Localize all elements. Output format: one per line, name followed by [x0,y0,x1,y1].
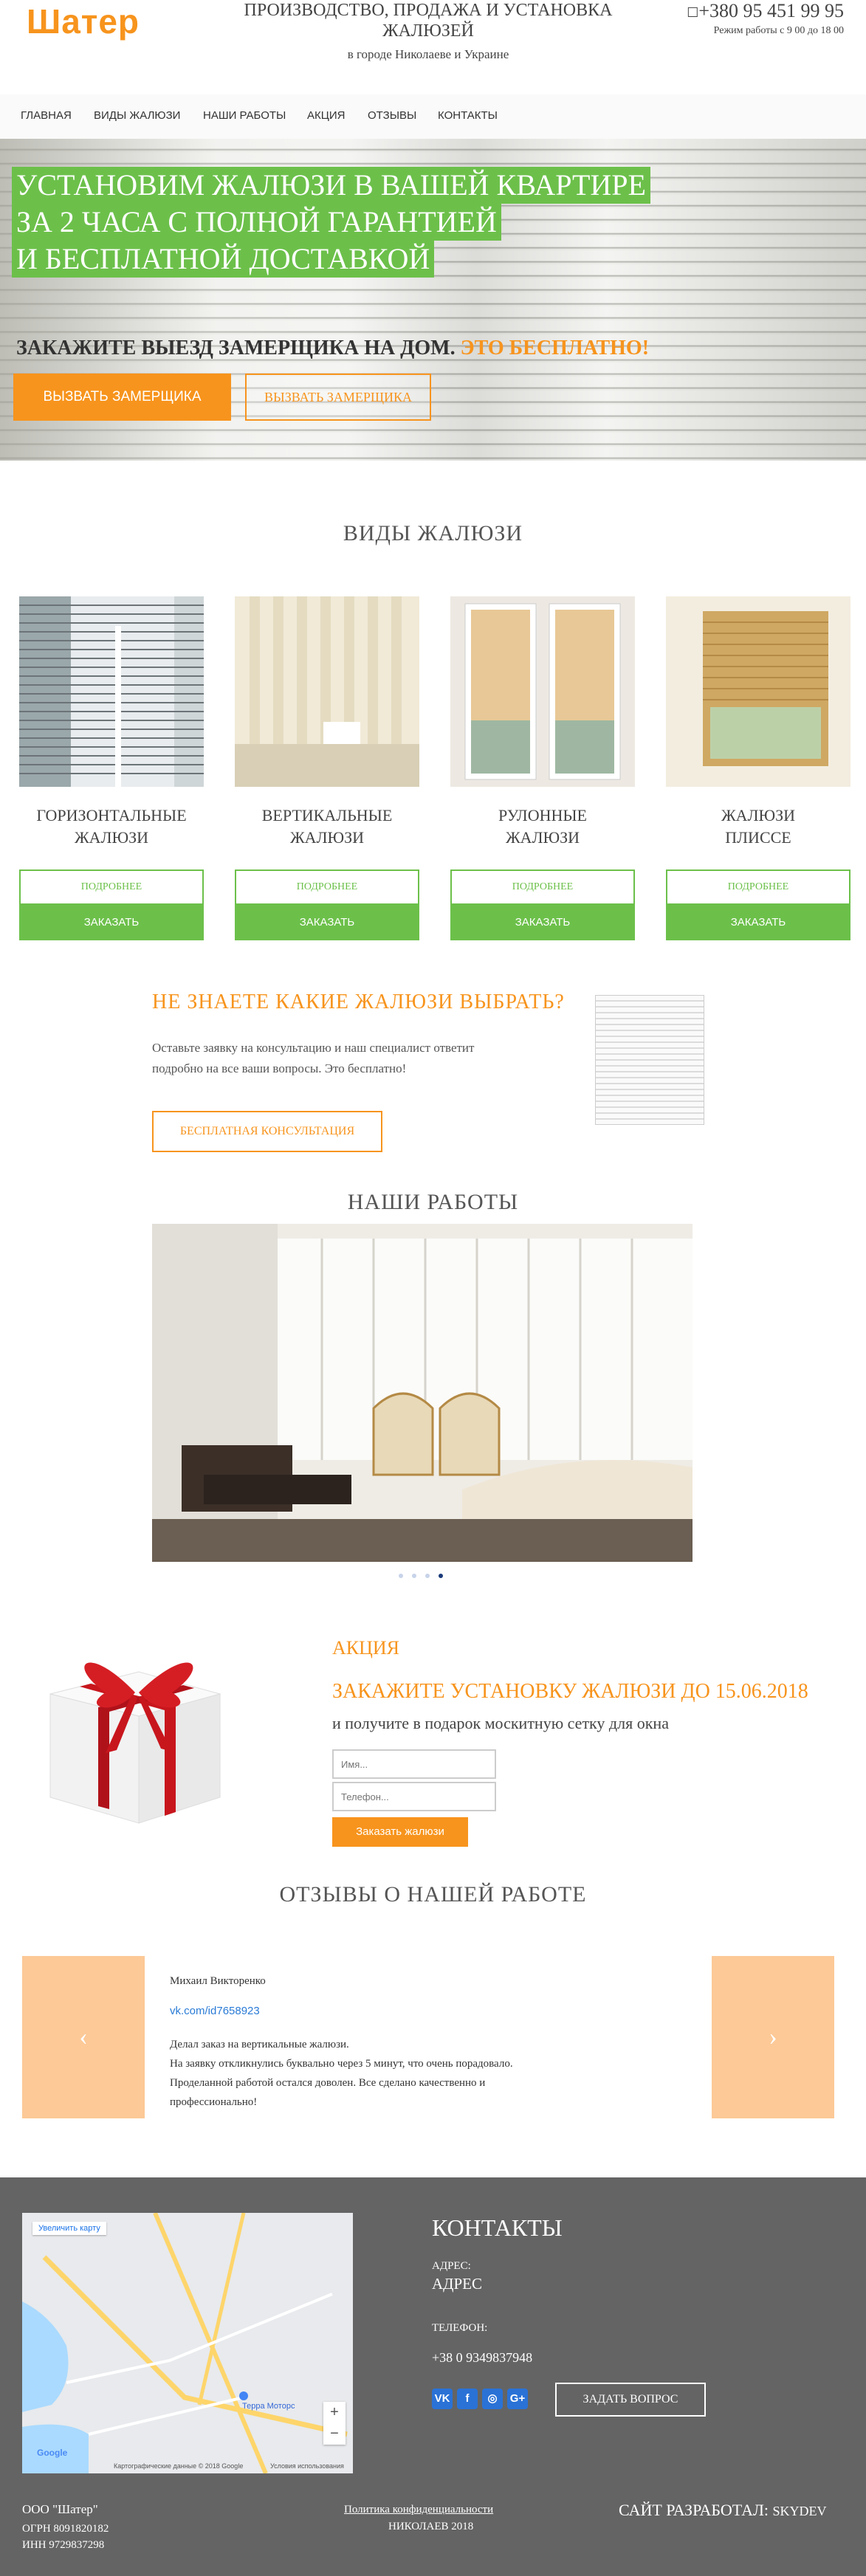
map-zoom-controls: + − [323,2402,346,2445]
slider-dot-4-active[interactable] [439,1574,443,1578]
hero-headline-3: И БЕСПЛАТНОЙ ДОСТАВКОЙ [12,241,435,278]
header-city: в городе Николаеве и Украине [347,47,509,61]
address-value: АДРЕС [432,2275,483,2293]
pleated-blinds-image[interactable] [666,596,850,787]
hero-sub-accent: ЭТО БЕСПЛАТНО! [460,337,650,359]
main-nav: ГЛАВНАЯ ВИДЫ ЖАЛЮЗИ НАШИ РАБОТЫ АКЦИЯ ОТ… [0,94,866,139]
call-measurer-button[interactable]: ВЫЗВАТЬ ЗАМЕРЩИКА [13,373,231,421]
developer-label: САЙТ РАЗРАБОТАЛ: [619,2501,769,2519]
phone-icon: ☐ [687,5,699,20]
developer-name[interactable]: SKYDEV [773,2504,827,2518]
hero-banner: УСТАНОВИМ ЖАЛЮЗИ В ВАШЕЙ КВАРТИРЕ ЗА 2 Ч… [0,139,866,461]
facebook-icon[interactable]: f [457,2389,478,2409]
horizontal-blinds-image[interactable] [19,596,204,787]
nav-item-contacts[interactable]: КОНТАКТЫ [438,109,498,122]
works-slider-image[interactable] [152,1224,693,1562]
header-tagline: ПРОИЗВОДСТВО, ПРОДАЖА И УСТАНОВКА ЖАЛЮЗЕ… [244,1,613,41]
hero-headline-1: УСТАНОВИМ ЖАЛЮЗИ В ВАШЕЙ КВАРТИРЕ [12,167,650,204]
zoom-out-icon[interactable]: − [323,2423,346,2445]
call-measurer-outline-button[interactable]: ВЫЗВАТЬ ЗАМЕРЩИКА [245,373,431,421]
type-name-roller: РУЛОННЫЕ ЖАЛЮЗИ [498,806,587,847]
order-button-roller[interactable]: ЗАКАЗАТЬ [450,905,635,940]
vertical-blinds-image[interactable] [235,596,419,787]
nav-item-reviews[interactable]: ОТЗЫВЫ [368,109,416,122]
promo-name-input[interactable] [332,1749,496,1779]
review-text-line-1: Делал заказ на вертикальные жалюзи. [170,2039,349,2050]
instagram-icon[interactable]: ◎ [482,2389,503,2409]
works-title: НАШИ РАБОТЫ [347,1190,519,1214]
more-button-pleated[interactable]: ПОДРОБНЕЕ [666,869,850,905]
slider-dot-1[interactable] [399,1574,403,1578]
map-terms-link[interactable]: Условия использования [270,2462,344,2470]
working-hours: Режим работы с 9 00 до 18 00 [713,25,844,36]
chevron-left-icon: ‹ [79,2023,88,2050]
order-button-horizontal[interactable]: ЗАКАЗАТЬ [19,905,204,940]
review-author-link[interactable]: vk.com/id7658923 [170,2005,260,2017]
review-next-button[interactable]: › [712,1956,834,2118]
map-place-label: Терра Моторс [242,2402,295,2411]
google-plus-icon[interactable]: G+ [507,2389,528,2409]
developer-credit: САЙТ РАЗРАБОТАЛ: SKYDEV [619,2501,827,2520]
map-enlarge-link[interactable]: Увеличить карту [32,2222,106,2235]
types-title: ВИДЫ ЖАЛЮЗИ [343,521,523,545]
map-copyright: Картографические данные © 2018 Google [114,2462,244,2470]
company-ogrn: ОГРН 8091820182 [22,2523,109,2535]
review-text-line-4: профессионально! [170,2096,258,2108]
promo-subtitle: и получите в подарок москитную сетку для… [332,1714,669,1732]
review-text-line-2: На заявку откликнулись буквально через 5… [170,2058,513,2070]
reviews-title: ОТЗЫВЫ О НАШЕЙ РАБОТЕ [279,1882,587,1907]
consult-text: Оставьте заявку на консультацию и наш сп… [152,1041,475,1075]
chevron-right-icon: › [769,2023,777,2050]
footer-city-year: НИКОЛАЕВ 2018 [388,2521,474,2532]
consult-title: НЕ ЗНАЕТЕ КАКИЕ ЖАЛЮЗИ ВЫБРАТЬ? [152,991,565,1013]
review-text-line-3: Проделанной работой остался доволен. Все… [170,2077,486,2089]
review-author: Михаил Викторенко [170,1975,266,1987]
promo-phone-input[interactable] [332,1782,496,1811]
free-consultation-button[interactable]: БЕСПЛАТНАЯ КОНСУЛЬТАЦИЯ [152,1111,382,1152]
promo-label: АКЦИЯ [332,1637,400,1659]
blinds-sample-image [595,995,704,1125]
ask-question-button[interactable]: ЗАДАТЬ ВОПРОС [555,2383,706,2417]
company-name: ООО "Шатер" [22,2502,98,2516]
zoom-in-icon[interactable]: + [323,2402,346,2423]
map-canvas[interactable] [22,2213,353,2473]
contacts-title: КОНТАКТЫ [432,2214,563,2241]
gift-box-image [49,1662,221,1824]
site-header: Шатер ПРОИЗВОДСТВО, ПРОДАЖА И УСТАНОВКА … [0,0,866,89]
header-phone[interactable]: ☐+380 95 451 99 95 [687,0,844,22]
address-label: АДРЕС: [432,2260,471,2272]
type-name-horizontal: ГОРИЗОНТАЛЬНЫЕ ЖАЛЮЗИ [36,806,187,847]
order-button-vertical[interactable]: ЗАКАЗАТЬ [235,905,419,940]
type-name-vertical: ВЕРТИКАЛЬНЫЕ ЖАЛЮЗИ [261,806,393,847]
nav-item-works[interactable]: НАШИ РАБОТЫ [203,109,286,122]
google-logo: Google [37,2448,68,2458]
more-button-roller[interactable]: ПОДРОБНЕЕ [450,869,635,905]
hero-sub-main: ЗАКАЖИТЕ ВЫЕЗД ЗАМЕРЩИКА НА ДОМ. [16,337,456,359]
nav-item-types[interactable]: ВИДЫ ЖАЛЮЗИ [94,109,180,122]
hero-subheadline: ЗАКАЖИТЕ ВЫЕЗД ЗАМЕРЩИКА НА ДОМ. ЭТО БЕС… [16,337,649,360]
phone-label: ТЕЛЕФОН: [432,2322,488,2334]
slider-dot-2[interactable] [412,1574,416,1578]
site-footer: Увеличить карту Терра Моторс Google Карт… [0,2177,866,2576]
vk-icon[interactable]: VK [432,2389,453,2409]
privacy-policy-link[interactable]: Политика конфиденциальности [344,2504,493,2516]
nav-item-home[interactable]: ГЛАВНАЯ [21,109,72,122]
order-button-pleated[interactable]: ЗАКАЗАТЬ [666,905,850,940]
more-button-vertical[interactable]: ПОДРОБНЕЕ [235,869,419,905]
hero-headline-2: ЗА 2 ЧАСА С ПОЛНОЙ ГАРАНТИЕЙ [12,204,501,241]
promo-title: ЗАКАЖИТЕ УСТАНОВКУ ЖАЛЮЗИ ДО 15.06.2018 [332,1680,808,1703]
review-prev-button[interactable]: ‹ [22,1956,145,2118]
header-phone-number[interactable]: +380 95 451 99 95 [698,0,844,21]
slider-dot-3[interactable] [425,1574,430,1578]
order-blinds-button[interactable]: Заказать жалюзи [332,1817,468,1847]
location-map[interactable]: Увеличить карту Терра Моторс Google Карт… [22,2213,353,2473]
footer-phone[interactable]: +38 0 9349837948 [432,2350,532,2366]
company-inn: ИНН 9729837298 [22,2539,105,2551]
more-button-horizontal[interactable]: ПОДРОБНЕЕ [19,869,204,905]
roller-blinds-image[interactable] [450,596,635,787]
logo[interactable]: Шатер [27,1,140,41]
type-name-pleated: ЖАЛЮЗИ ПЛИССЕ [721,806,796,847]
nav-item-promo[interactable]: АКЦИЯ [307,109,345,122]
